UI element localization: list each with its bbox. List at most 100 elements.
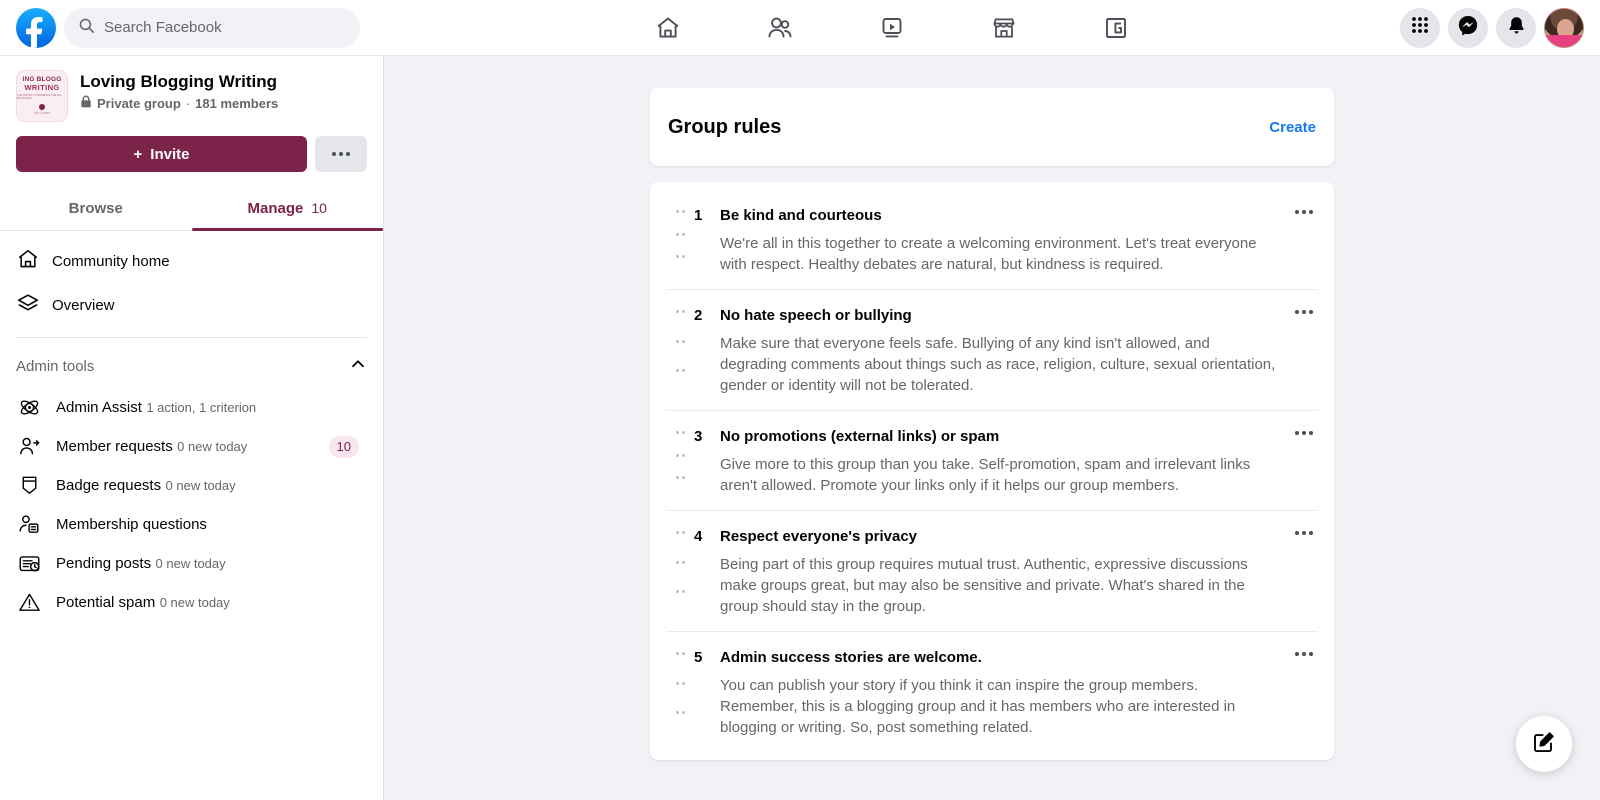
rule-options-button[interactable]	[1290, 527, 1318, 617]
group-action-row: + Invite	[0, 122, 383, 172]
tab-manage-label: Manage	[247, 199, 304, 217]
member-request-icon	[16, 434, 42, 459]
nav-tab-marketplace[interactable]	[948, 4, 1060, 52]
layers-icon	[16, 291, 40, 320]
group-sidebar: ING BLOGG WRITING THE TRICKS TO PROMOTE …	[0, 56, 384, 800]
group-avatar-line2: WRITING	[24, 83, 60, 93]
sidebar-item-badge-requests[interactable]: Badge requests 0 new today	[8, 466, 375, 505]
nav-tab-watch[interactable]	[836, 4, 948, 52]
main-content: Group rules Create 1 Be kind and courteo…	[384, 56, 1600, 800]
chevron-up-icon[interactable]	[349, 355, 367, 378]
nav-tab-home[interactable]	[612, 4, 724, 52]
admin-tools-title: Admin tools	[16, 357, 95, 375]
rule-row: 1 Be kind and courteous We're all in thi…	[666, 190, 1318, 289]
rule-row: 3 No promotions (external links) or spam…	[666, 410, 1318, 510]
group-avatar[interactable]: ING BLOGG WRITING THE TRICKS TO PROMOTE …	[16, 70, 68, 122]
rule-options-button[interactable]	[1290, 648, 1318, 738]
compose-post-button[interactable]	[1516, 716, 1572, 772]
sidebar-scroll-fade	[0, 760, 383, 800]
drag-handle-icon[interactable]	[666, 648, 694, 738]
rule-options-button[interactable]	[1290, 306, 1318, 396]
sidebar-item-pending-posts-sub: 0 new today	[155, 555, 226, 571]
group-meta: Loving Blogging Writing Private group · …	[80, 70, 278, 111]
rule-number: 1	[694, 207, 703, 224]
home-icon	[16, 247, 40, 276]
drag-handle-icon[interactable]	[666, 527, 694, 617]
ellipsis-icon	[1295, 310, 1313, 314]
ellipsis-icon	[1295, 210, 1313, 214]
sidebar-divider	[16, 337, 367, 338]
create-rule-button[interactable]: Create	[1269, 119, 1316, 136]
admin-assist-icon	[16, 395, 42, 420]
sidebar-item-admin-assist-sub: 1 action, 1 criterion	[146, 399, 257, 415]
nav-tab-friends[interactable]	[724, 4, 836, 52]
sidebar-item-community-home[interactable]: Community home	[8, 239, 375, 283]
badge-icon	[16, 473, 42, 498]
rule-number: 2	[694, 307, 703, 324]
invite-button[interactable]: + Invite	[16, 136, 307, 172]
rule-content: No hate speech or bullying Make sure tha…	[720, 306, 1290, 396]
sidebar-item-admin-assist-label: Admin Assist	[56, 398, 142, 416]
sidebar-item-badge-requests-sub: 0 new today	[165, 477, 236, 493]
topbar-left	[0, 7, 384, 48]
notifications-button[interactable]	[1496, 7, 1536, 48]
rule-title: No promotions (external links) or spam	[720, 428, 1000, 445]
group-avatar-line3: THE TRICKS TO PROMOTE THE ALL BLOGGERS	[17, 94, 62, 101]
sidebar-item-community-home-label: Community home	[52, 252, 170, 270]
rule-title: Be kind and courteous	[720, 207, 882, 224]
rule-title: Respect everyone's privacy	[720, 528, 918, 545]
rule-row: 5 Admin success stories are welcome. You…	[666, 631, 1318, 752]
search-box[interactable]	[64, 7, 360, 48]
rules-container: Group rules Create 1 Be kind and courteo…	[650, 88, 1334, 760]
sidebar-item-membership-questions[interactable]: Membership questions	[8, 505, 375, 544]
sidebar-item-admin-assist[interactable]: Admin Assist 1 action, 1 criterion	[8, 388, 375, 427]
rule-description: Make sure that everyone feels safe. Bull…	[720, 335, 1276, 394]
invite-button-label: Invite	[150, 145, 190, 163]
rule-content: No promotions (external links) or spam G…	[720, 427, 1290, 496]
search-input[interactable]	[104, 19, 346, 36]
pending-posts-icon	[16, 551, 42, 576]
grid-menu-icon	[1410, 15, 1430, 40]
tab-manage[interactable]: Manage 10	[191, 186, 384, 231]
facebook-logo[interactable]	[16, 7, 56, 48]
avatar-shirt	[1545, 34, 1583, 47]
rule-description: Being part of this group requires mutual…	[720, 556, 1248, 615]
admin-tools-list: Admin Assist 1 action, 1 criterion Membe…	[0, 388, 383, 622]
sidebar-item-potential-spam[interactable]: Potential spam 0 new today	[8, 583, 375, 622]
grid-menu-button[interactable]	[1400, 7, 1440, 48]
drag-handle-icon[interactable]	[666, 206, 694, 275]
rule-content: Be kind and courteous We're all in this …	[720, 206, 1290, 275]
rule-options-button[interactable]	[1290, 206, 1318, 275]
group-avatar-dot	[39, 104, 45, 111]
rule-description: Give more to this group than you take. S…	[720, 456, 1251, 494]
sidebar-nav-list: Community home Overview	[0, 231, 383, 327]
sidebar-item-pending-posts-label: Pending posts	[56, 554, 152, 572]
bell-icon	[1506, 15, 1527, 41]
group-meta-separator: ·	[185, 95, 191, 111]
group-more-options-button[interactable]	[315, 136, 367, 172]
account-avatar[interactable]	[1544, 7, 1584, 48]
rule-description: You can publish your story if you think …	[720, 677, 1236, 736]
search-icon	[78, 17, 95, 39]
sidebar-item-pending-posts[interactable]: Pending posts 0 new today	[8, 544, 375, 583]
drag-handle-icon[interactable]	[666, 427, 694, 496]
ellipsis-icon	[1295, 531, 1313, 535]
nav-tab-gaming[interactable]	[1060, 4, 1172, 52]
admin-tools-section-header[interactable]: Admin tools	[0, 344, 383, 388]
pending-posts-text: Pending posts 0 new today	[56, 554, 359, 574]
compose-icon	[1532, 730, 1556, 759]
tab-browse-label: Browse	[68, 199, 123, 217]
sidebar-item-potential-spam-label: Potential spam	[56, 593, 156, 611]
rule-options-button[interactable]	[1290, 427, 1318, 496]
member-requests-badge: 10	[328, 435, 359, 458]
sidebar-item-overview[interactable]: Overview	[8, 283, 375, 327]
messenger-button[interactable]	[1448, 7, 1488, 48]
rule-content: Respect everyone's privacy Being part of…	[720, 527, 1290, 617]
messenger-icon	[1457, 14, 1479, 41]
drag-handle-icon[interactable]	[666, 306, 694, 396]
sidebar-item-member-requests[interactable]: Member requests 0 new today 10	[8, 427, 375, 466]
rule-number: 5	[694, 649, 703, 666]
tab-browse[interactable]: Browse	[0, 186, 192, 230]
sidebar-item-member-requests-label: Member requests	[56, 437, 173, 455]
group-member-count: 181 members	[195, 95, 279, 111]
